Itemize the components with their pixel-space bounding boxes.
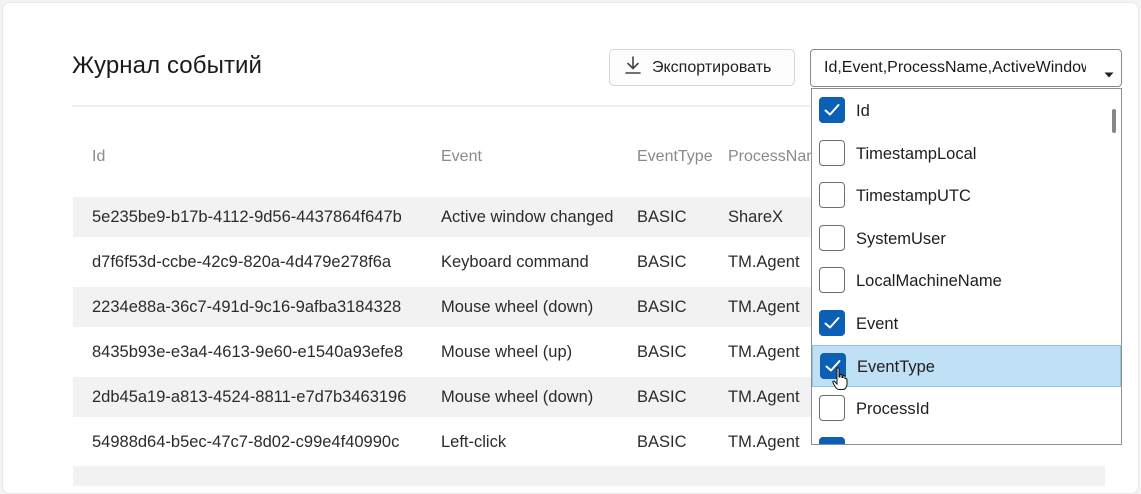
table-cell: Keyboard command — [441, 253, 589, 271]
table-cell: BASIC — [637, 343, 687, 361]
check-icon — [824, 316, 840, 328]
column-checkbox[interactable] — [819, 394, 845, 421]
columns-select[interactable]: Id,Event,ProcessName,ActiveWindowTitle — [810, 49, 1122, 87]
table-cell: ShareX — [728, 208, 784, 226]
column-checkbox[interactable] — [819, 267, 845, 293]
table-cell: Active window changed — [441, 208, 614, 226]
table-cell: 2db45a19-a813-4524-8811-e7d7b3463196 — [92, 388, 407, 406]
table-row-partial — [73, 466, 1105, 486]
column-checkbox[interactable] — [819, 437, 845, 445]
check-icon — [824, 443, 840, 445]
table-cell: 8435b93e-e3a4-4613-9e60-e1540a93efe8 — [92, 343, 404, 361]
column-option-label: EventType — [857, 358, 935, 376]
column-option[interactable]: LocalMachineName — [812, 260, 1121, 302]
column-header[interactable]: Event — [441, 148, 482, 166]
column-checkbox[interactable] — [819, 309, 845, 336]
table-cell: Mouse wheel (up) — [441, 343, 573, 361]
column-option-label: LocalMachineName — [856, 272, 1002, 290]
column-option[interactable]: ProcessId — [812, 388, 1121, 430]
column-checkbox[interactable] — [819, 139, 845, 166]
table-cell: 54988d64-b5ec-47c7-8d02-c99e4f40990c — [92, 433, 400, 451]
column-checkbox[interactable] — [819, 224, 845, 251]
check-icon — [824, 104, 840, 116]
hand-pointer-icon — [832, 367, 848, 396]
table-cell: TM.Agent — [728, 298, 800, 316]
table-cell: d7f6f53d-ccbe-42c9-820a-4d479e278f6a — [92, 253, 392, 271]
table-cell: Mouse wheel (down) — [441, 388, 594, 406]
column-header[interactable]: Id — [92, 148, 105, 166]
columns-dropdown[interactable]: Id TimestampLocal TimestampUTC SystemUser Lo… — [811, 88, 1122, 445]
export-button[interactable]: Экспортировать — [609, 49, 795, 86]
column-option-label: ProcessId — [856, 399, 930, 418]
column-checkbox[interactable] — [819, 182, 845, 208]
table-cell: 2234e88a-36c7-491d-9c16-9afba3184328 — [92, 298, 402, 316]
page-title: Журнал событий — [72, 52, 263, 79]
column-option-label: SystemUser — [856, 229, 946, 248]
column-option-label: TimestampUTC — [856, 187, 971, 205]
table-cell: TM.Agent — [728, 388, 800, 406]
table-cell: BASIC — [637, 388, 687, 406]
table-cell: Mouse wheel (down) — [441, 298, 594, 316]
export-button-label: Экспортировать — [652, 58, 772, 76]
column-option[interactable]: SystemUser — [812, 218, 1121, 260]
column-option[interactable]: ProcessName — [812, 430, 1121, 445]
table-cell: BASIC — [637, 208, 687, 226]
chevron-down-icon — [1104, 65, 1114, 83]
columns-select-value: Id,Event,ProcessName,ActiveWindowTitle — [824, 59, 1086, 76]
dropdown-scrollbar[interactable] — [1112, 109, 1116, 133]
column-header[interactable]: EventType — [637, 148, 713, 166]
column-option-label: Id — [856, 102, 870, 120]
column-option[interactable]: TimestampUTC — [812, 175, 1121, 217]
column-option-label: Event — [856, 314, 899, 333]
table-cell: TM.Agent — [728, 433, 800, 451]
table-cell: BASIC — [637, 298, 687, 316]
download-icon — [624, 55, 652, 80]
column-option[interactable]: Id — [812, 90, 1121, 132]
column-option-label: TimestampLocal — [856, 144, 977, 163]
column-checkbox[interactable] — [819, 97, 845, 123]
table-cell: Left-click — [441, 433, 507, 451]
table-cell: TM.Agent — [728, 343, 800, 361]
table-cell: BASIC — [637, 433, 687, 451]
column-option[interactable]: TimestampLocal — [812, 133, 1121, 175]
column-option[interactable]: Event — [812, 303, 1121, 345]
table-cell: BASIC — [637, 253, 687, 271]
table-cell: TM.Agent — [728, 253, 800, 271]
table-cell: 5e235be9-b17b-4112-9d56-4437864f647b — [92, 208, 402, 226]
column-option-label: ProcessName — [856, 442, 960, 444]
column-option[interactable]: EventType — [812, 345, 1121, 387]
